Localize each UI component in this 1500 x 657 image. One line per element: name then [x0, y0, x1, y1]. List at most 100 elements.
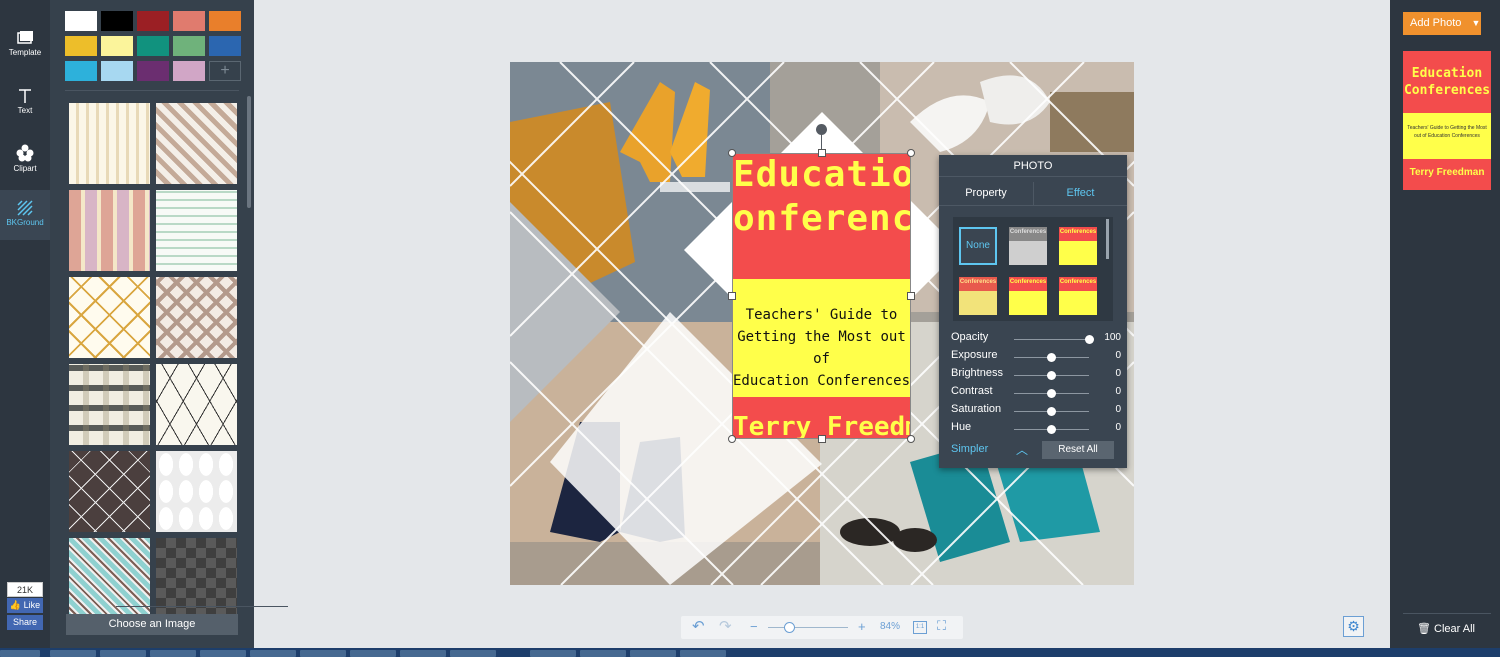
resize-handle-top-right[interactable] [907, 149, 915, 157]
zoom-in-icon[interactable]: + [858, 619, 866, 634]
color-swatch[interactable] [209, 11, 241, 31]
color-swatch[interactable] [101, 61, 133, 81]
pattern-scrollbar[interactable] [247, 96, 251, 208]
color-swatch[interactable] [101, 36, 133, 56]
taskbar-app[interactable] [530, 650, 576, 657]
reset-all-button[interactable]: Reset All [1042, 441, 1114, 459]
pattern-tile[interactable] [69, 190, 150, 271]
taskbar-app[interactable] [200, 650, 246, 657]
settings-button[interactable]: ⚙ [1343, 616, 1364, 637]
slider-value: 0 [1115, 404, 1121, 415]
pattern-tile[interactable] [69, 451, 150, 532]
resize-handle-bottom-right[interactable] [907, 435, 915, 443]
pattern-tile[interactable] [156, 364, 237, 445]
like-button[interactable]: 👍 Like [7, 598, 43, 613]
effect-preset[interactable]: Conferences [1059, 227, 1097, 265]
taskbar-app[interactable] [680, 650, 726, 657]
taskbar-app[interactable] [580, 650, 626, 657]
effect-none[interactable]: None [959, 227, 997, 265]
taskbar-app[interactable] [150, 650, 196, 657]
taskbar-app[interactable] [100, 650, 146, 657]
pattern-tile[interactable] [156, 277, 237, 358]
effect-preset-label: Conferences [1059, 277, 1097, 291]
pattern-tile[interactable] [156, 103, 237, 184]
slider-knob[interactable] [1047, 407, 1056, 416]
fullscreen-icon[interactable]: ⛶ [937, 618, 946, 634]
chevron-up-icon[interactable]: ︿ [1016, 441, 1028, 458]
poster-text-box[interactable]: Education onference Teachers' Guide to G… [732, 153, 911, 439]
actual-size-button[interactable]: 1:1 [913, 621, 927, 634]
add-color-button[interactable]: + [209, 61, 241, 81]
tab-effect[interactable]: Effect [1033, 182, 1127, 206]
opacity-slider[interactable]: Opacity 100 [951, 331, 1121, 347]
slider-knob[interactable] [1047, 425, 1056, 434]
resize-handle-bottom[interactable] [818, 435, 826, 443]
nav-text[interactable]: Text [0, 88, 50, 144]
taskbar-app[interactable] [300, 650, 346, 657]
taskbar-app[interactable] [450, 650, 496, 657]
effect-preset-label: Conferences [1009, 227, 1047, 241]
start-button[interactable] [0, 650, 40, 657]
color-swatch[interactable] [101, 11, 133, 31]
exposure-slider[interactable]: Exposure 0 [951, 349, 1121, 365]
undo-icon[interactable]: ↶ [692, 617, 705, 635]
nav-template[interactable]: Template [0, 30, 50, 86]
color-swatch[interactable] [173, 61, 205, 81]
color-swatch[interactable] [137, 36, 169, 56]
nav-background[interactable]: BKGround [0, 190, 50, 240]
rotate-handle[interactable] [816, 124, 827, 135]
choose-image-button[interactable]: Choose an Image [66, 614, 238, 635]
slider-knob[interactable] [1047, 371, 1056, 380]
share-button[interactable]: Share [7, 615, 43, 630]
taskbar-app[interactable] [350, 650, 396, 657]
saturation-slider[interactable]: Saturation 0 [951, 403, 1121, 419]
pattern-tile[interactable] [69, 103, 150, 184]
zoom-slider-knob[interactable] [784, 622, 795, 633]
contrast-slider[interactable]: Contrast 0 [951, 385, 1121, 401]
color-swatch[interactable] [173, 36, 205, 56]
redo-icon[interactable]: ↷ [719, 617, 732, 635]
thumb-title: Education Conferences [1403, 66, 1491, 98]
color-swatch[interactable] [137, 61, 169, 81]
color-swatch[interactable] [65, 11, 97, 31]
color-swatch[interactable] [137, 11, 169, 31]
simpler-link[interactable]: Simpler [951, 443, 988, 455]
tab-property[interactable]: Property [939, 182, 1033, 206]
resize-handle-top[interactable] [818, 149, 826, 157]
taskbar-app[interactable] [50, 650, 96, 657]
clear-all-button[interactable]: 🗑 Clear All [1417, 622, 1475, 635]
pattern-tile[interactable] [156, 451, 237, 532]
color-swatch[interactable] [173, 11, 205, 31]
slider-track[interactable] [1014, 339, 1089, 340]
presets-scrollbar[interactable] [1106, 219, 1109, 259]
taskbar-app[interactable] [630, 650, 676, 657]
chevron-down-icon[interactable]: ▼ [1471, 12, 1481, 35]
brightness-slider[interactable]: Brightness 0 [951, 367, 1121, 383]
page-thumbnail[interactable]: Education Conferences Teachers' Guide to… [1403, 51, 1491, 190]
pattern-tile[interactable] [156, 190, 237, 271]
resize-handle-bottom-left[interactable] [728, 435, 736, 443]
pattern-tile[interactable] [69, 364, 150, 445]
taskbar-app[interactable] [250, 650, 296, 657]
pattern-tile[interactable] [69, 277, 150, 358]
slider-knob[interactable] [1084, 335, 1094, 344]
effect-preset[interactable]: Conferences [1059, 277, 1097, 315]
color-swatch[interactable] [209, 36, 241, 56]
slider-knob[interactable] [1047, 353, 1056, 362]
taskbar-app[interactable] [400, 650, 446, 657]
slider-value: 0 [1115, 386, 1121, 397]
color-swatch[interactable] [65, 61, 97, 81]
effect-preset[interactable]: Conferences [1009, 277, 1047, 315]
hue-slider[interactable]: Hue 0 [951, 421, 1121, 437]
effect-preset[interactable]: Conferences [1009, 227, 1047, 265]
add-photo-button[interactable]: Add Photo [1403, 12, 1481, 35]
slider-label: Hue [951, 421, 972, 433]
resize-handle-top-left[interactable] [728, 149, 736, 157]
effect-preset[interactable]: Conferences [959, 277, 997, 315]
zoom-out-icon[interactable]: − [750, 619, 758, 634]
zoom-slider-track[interactable] [768, 627, 848, 628]
resize-handle-right[interactable] [907, 292, 915, 300]
slider-knob[interactable] [1047, 389, 1056, 398]
resize-handle-left[interactable] [728, 292, 736, 300]
color-swatch[interactable] [65, 36, 97, 56]
